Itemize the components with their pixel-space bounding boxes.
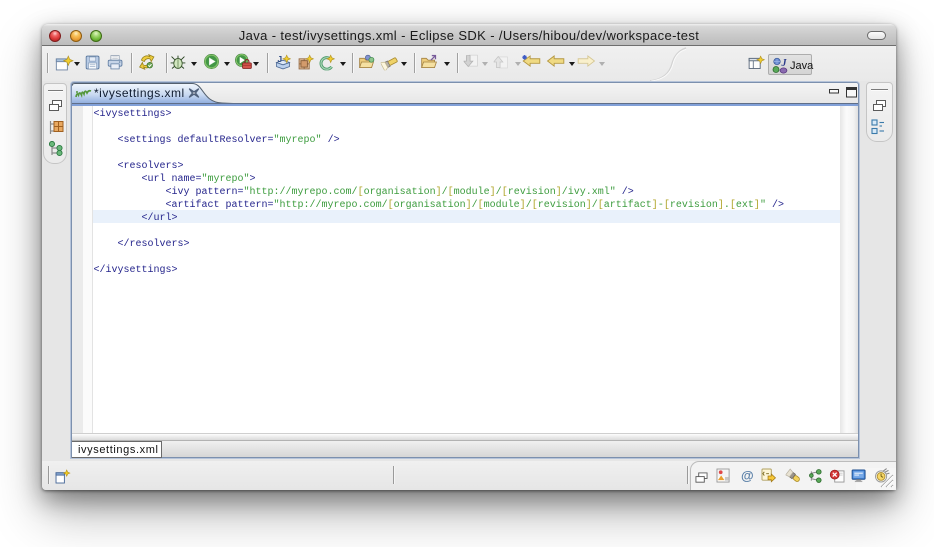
svg-text:J: J [277, 55, 282, 64]
svg-text:J: J [781, 58, 788, 69]
